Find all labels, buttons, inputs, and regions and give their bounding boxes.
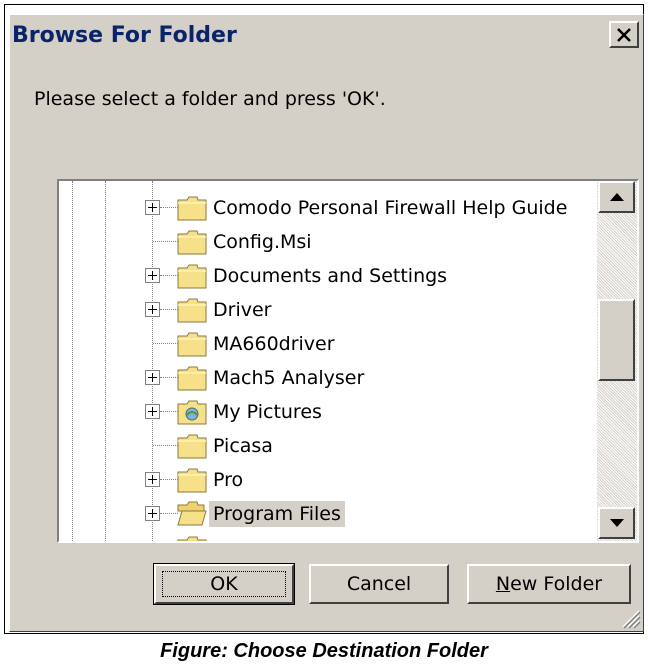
tree-item-label: Program Files [209, 501, 345, 527]
expand-toggle-icon[interactable] [145, 200, 160, 215]
expand-toggle-icon[interactable] [145, 268, 160, 283]
vertical-scrollbar[interactable] [597, 181, 637, 541]
close-button[interactable] [609, 21, 639, 48]
folder-icon [177, 365, 207, 391]
open-folder-icon [177, 501, 207, 527]
expand-toggle-icon[interactable] [145, 370, 160, 385]
browse-for-folder-dialog: Browse For Folder Please select a folder… [9, 14, 644, 632]
cancel-button-label: Cancel [346, 573, 412, 595]
tree-item-label: Mach5 Analyser [213, 367, 365, 389]
cancel-button[interactable]: Cancel [309, 564, 449, 604]
instruction-text: Please select a folder and press 'OK'. [34, 88, 386, 110]
tree-item[interactable]: MA660driver [59, 327, 597, 361]
scroll-down-arrow-icon [609, 519, 624, 527]
expand-toggle-icon[interactable] [145, 302, 160, 317]
tree-item[interactable]: Pro [59, 463, 597, 497]
folder-icon [177, 297, 207, 323]
tree-item[interactable]: Documents and Settings [59, 259, 597, 293]
close-icon [617, 27, 631, 42]
tree-item[interactable]: Config.Msi [59, 225, 597, 259]
tree-item-label: Picasa [213, 435, 273, 457]
new-folder-button[interactable]: New Folder [467, 564, 631, 604]
tree-item[interactable]: Driver [59, 293, 597, 327]
expand-toggle-icon[interactable] [145, 506, 160, 521]
folder-icon [177, 433, 207, 459]
tree-connector [153, 445, 178, 446]
folder-icon [177, 263, 207, 289]
scroll-down-button[interactable] [598, 507, 635, 539]
folder-icon [177, 467, 207, 493]
tree-item[interactable]: Program Files [59, 497, 597, 531]
tree-connector [153, 241, 178, 242]
tree-connector [160, 411, 178, 412]
tree-item-label: Comodo Personal Firewall Help Guide [213, 197, 568, 219]
new-folder-accelerator: N [495, 573, 511, 595]
tree-item-label: My Pictures [213, 401, 322, 423]
tree-item[interactable]: Comodo Personal Firewall Help Guide [59, 191, 597, 225]
tree-item-label: Driver [213, 299, 272, 321]
tree-item[interactable]: Picasa [59, 429, 597, 463]
expand-toggle-icon[interactable] [145, 404, 160, 419]
tree-item-label: MA660driver [213, 333, 335, 355]
tree-connector [160, 275, 178, 276]
tree-connector [160, 479, 178, 480]
tree-item-label: Documents and Settings [213, 265, 448, 287]
folder-icon [177, 195, 207, 221]
ok-button[interactable]: OK [153, 563, 295, 605]
tree-item-partial [59, 531, 597, 541]
folder-tree[interactable]: Comodo Personal Firewall Help Guide Confi… [57, 179, 639, 543]
folder-icon [177, 229, 207, 255]
scroll-up-button[interactable] [598, 181, 635, 213]
folder-icon [177, 535, 207, 541]
tree-item[interactable]: Mach5 Analyser [59, 361, 597, 395]
tree-connector [160, 377, 178, 378]
expand-toggle-icon[interactable] [145, 472, 160, 487]
tree-item-label: Pro [213, 469, 244, 491]
tree-item-label: Config.Msi [213, 231, 312, 253]
folder-icon [177, 331, 207, 357]
tree-connector [160, 309, 178, 310]
tree-connector [153, 343, 178, 344]
new-folder-button-label: ew Folder [510, 573, 603, 595]
tree-connector [160, 513, 178, 514]
focus-ring [162, 571, 286, 597]
figure-caption: Figure: Choose Destination Folder [160, 640, 488, 662]
tree-item[interactable]: My Pictures [59, 395, 597, 429]
scroll-thumb[interactable] [598, 299, 635, 381]
title-bar: Browse For Folder [10, 15, 643, 55]
tree-connector [160, 207, 178, 208]
folder-tree-viewport: Comodo Personal Firewall Help Guide Confi… [59, 181, 597, 541]
dialog-title: Browse For Folder [12, 22, 237, 48]
pictures-folder-icon [177, 399, 207, 425]
scroll-up-arrow-icon [609, 193, 624, 201]
size-grip-icon[interactable] [617, 605, 641, 629]
